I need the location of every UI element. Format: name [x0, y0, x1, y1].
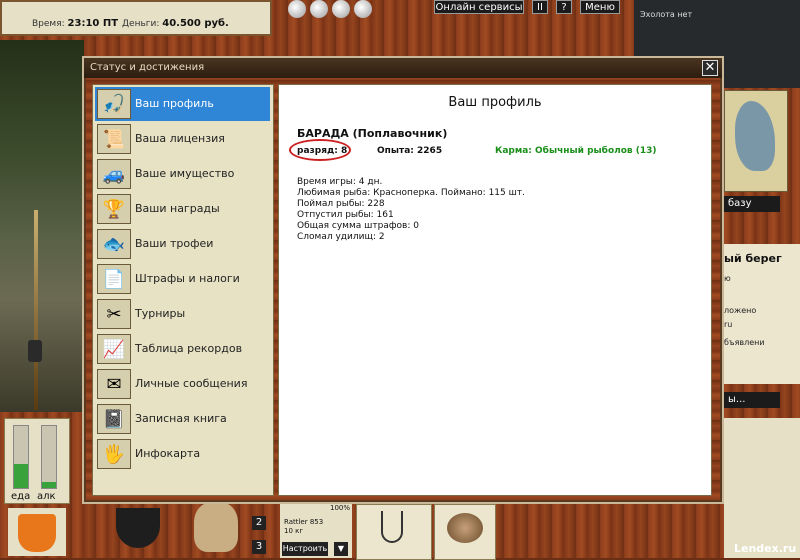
bait-slot[interactable]	[434, 504, 496, 560]
close-button[interactable]: ✕	[702, 60, 718, 76]
rod-weight: 10 кг	[284, 527, 304, 535]
profile-content: Ваш профиль БАРАДА (Поплавочник) разряд:…	[278, 84, 712, 496]
money-value: 40.500 руб.	[162, 18, 229, 29]
hook-icon	[381, 511, 403, 543]
help-button[interactable]: ?	[556, 0, 572, 14]
percent-label: 100%	[330, 504, 351, 512]
online-services-button[interactable]: Онлайн сервисы	[434, 0, 524, 14]
nav-label: Штрафы и налоги	[135, 272, 240, 285]
nav-item-infocard[interactable]: 🖐 Инфокарта	[95, 437, 270, 471]
nav-label: Инфокарта	[135, 447, 201, 460]
rod-name: Rattler 853	[284, 518, 324, 526]
notebook-icon: 📓	[97, 404, 131, 434]
menu-button[interactable]: Меню	[580, 0, 620, 14]
player-rank: разряд: 8	[297, 146, 348, 156]
nav-label: Ваши награды	[135, 202, 220, 215]
nav-label: Ваш профиль	[135, 97, 214, 110]
nav-label: Личные сообщения	[135, 377, 248, 390]
count-box-1: 2	[252, 516, 266, 530]
count-box-2: 3	[252, 540, 266, 554]
nav-label: Ваше имущество	[135, 167, 235, 180]
nav-item-license[interactable]: 📜 Ваша лицензия	[95, 122, 270, 156]
location-fragment-1: ю	[724, 274, 731, 283]
nav-item-property[interactable]: 🚙 Ваше имущество	[95, 157, 270, 191]
content-heading: Ваш профиль	[448, 95, 542, 110]
document-icon: 📄	[97, 264, 131, 294]
rod-panel: Rattler 853 10 кг 100% Настроить ▼	[280, 502, 352, 558]
hook-slot[interactable]	[356, 504, 432, 560]
nav-item-awards[interactable]: 🏆 Ваши награды	[95, 192, 270, 226]
trophy-icon: 🏆	[97, 194, 131, 224]
lure-icon-1[interactable]	[288, 0, 306, 18]
location-fragment-3: ru	[724, 320, 733, 329]
map-thumbnail[interactable]	[724, 90, 788, 192]
dialog-title: Статус и достижения	[90, 62, 205, 73]
crossed-rods-icon: ✂	[97, 299, 131, 329]
base-button[interactable]: базу	[724, 196, 780, 212]
fishing-rod	[34, 210, 38, 410]
dialog-title-bar[interactable]: Статус и достижения ✕	[84, 58, 722, 78]
rod-reel	[28, 340, 42, 362]
lake-scene	[0, 40, 84, 412]
lure-icon-2[interactable]	[310, 0, 328, 18]
sonar-label: Эхолота нет	[640, 10, 693, 19]
fish-icon: 🐟	[97, 229, 131, 259]
stat-line: Отпустил рыбы: 161	[297, 210, 394, 220]
nav-label: Турниры	[135, 307, 186, 320]
nav-item-trophies[interactable]: 🐟 Ваши трофеи	[95, 227, 270, 261]
bait-icon	[447, 513, 483, 543]
stat-line: Поймал рыбы: 228	[297, 199, 385, 209]
location-fragment-4: бъявлени	[724, 338, 765, 347]
nav-item-messages[interactable]: ✉ Личные сообщения	[95, 367, 270, 401]
stat-line: Общая сумма штрафов: 0	[297, 221, 419, 231]
profile-icon: 🎣	[97, 89, 131, 119]
time-label: Время:	[32, 19, 65, 29]
lure-icon-4[interactable]	[354, 0, 372, 18]
location-panel: ый берег ю ложено ru бъявлени	[724, 244, 800, 384]
pause-button[interactable]: II	[532, 0, 548, 14]
alcohol-meter-fill	[42, 482, 56, 488]
nav-label: Таблица рекордов	[135, 342, 243, 355]
food-meter	[13, 425, 29, 489]
alcohol-meter	[41, 425, 57, 489]
alcohol-label: алк	[37, 491, 56, 502]
stat-line: Сломал удилищ: 2	[297, 232, 385, 242]
dialog-sidebar: 🎣 Ваш профиль 📜 Ваша лицензия 🚙 Ваше иму…	[92, 84, 274, 496]
player-experience: Опыта: 2265	[377, 146, 443, 156]
watermark: Lendex.ru	[734, 542, 797, 555]
chart-icon: 📈	[97, 334, 131, 364]
dropdown-arrow-icon[interactable]: ▼	[334, 542, 348, 556]
nav-item-tournaments[interactable]: ✂ Турниры	[95, 297, 270, 331]
status-dialog: Статус и достижения ✕ 🎣 Ваш профиль 📜 Ва…	[82, 56, 724, 504]
map-water	[735, 101, 775, 171]
right-lower-panel	[724, 418, 800, 558]
stat-line: Время игры: 4 дн.	[297, 177, 383, 187]
nav-item-profile[interactable]: 🎣 Ваш профиль	[95, 87, 270, 121]
car-icon: 🚙	[97, 159, 131, 189]
configure-button[interactable]: Настроить	[282, 542, 328, 556]
location-title: ый берег	[724, 252, 782, 265]
location-fragment-2: ложено	[724, 306, 757, 315]
nav-label: Ваша лицензия	[135, 132, 225, 145]
stat-line: Любимая рыба: Красноперка. Поймано: 115 …	[297, 188, 525, 198]
meters-panel: еда алк	[4, 418, 70, 504]
hud-panel: Время: 23:10 ПТ Деньги: 40.500 руб.	[0, 0, 272, 36]
nav-label: Записная книга	[135, 412, 227, 425]
time-value: 23:10 ПТ	[67, 18, 119, 29]
lure-icon-3[interactable]	[332, 0, 350, 18]
more-button[interactable]: ы...	[724, 392, 780, 408]
food-meter-fill	[14, 464, 28, 488]
sack-icon[interactable]	[194, 502, 238, 552]
license-icon: 📜	[97, 124, 131, 154]
money-label: Деньги:	[122, 19, 160, 29]
nav-item-records[interactable]: 📈 Таблица рекордов	[95, 332, 270, 366]
food-label: еда	[11, 491, 31, 502]
nav-label: Ваши трофеи	[135, 237, 214, 250]
nav-item-notebook[interactable]: 📓 Записная книга	[95, 402, 270, 436]
nav-item-fines[interactable]: 📄 Штрафы и налоги	[95, 262, 270, 296]
hand-icon: 🖐	[97, 439, 131, 469]
envelope-icon: ✉	[97, 369, 131, 399]
bucket-icon[interactable]	[8, 508, 66, 556]
player-karma: Карма: Обычный рыболов (13)	[495, 146, 657, 156]
